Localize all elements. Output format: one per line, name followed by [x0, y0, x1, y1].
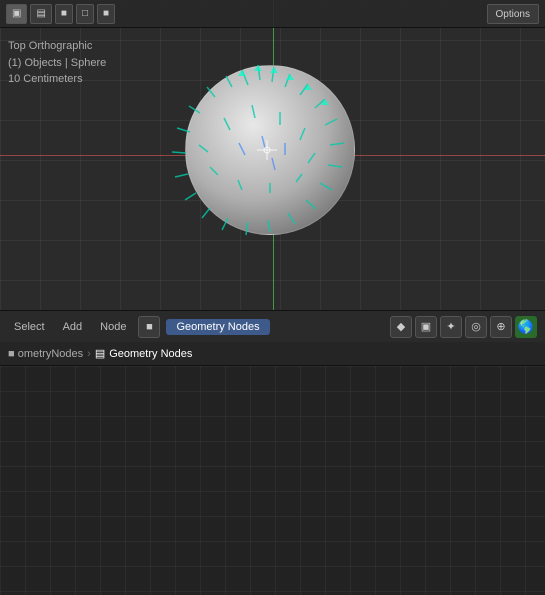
viewport-scale: 10 Centimeters	[8, 71, 106, 88]
viewport-mode-btn-2[interactable]: ▤	[30, 4, 51, 24]
viewport-info: Top Orthographic (1) Objects | Sphere 10…	[8, 38, 106, 88]
node-menu[interactable]: Node	[94, 319, 132, 335]
transform-icon-btn[interactable]: ⊕	[490, 316, 512, 338]
options-button[interactable]: Options	[487, 4, 539, 24]
node-editor-title: Geometry Nodes	[166, 319, 269, 335]
node-editor-type-icon[interactable]: ■	[138, 316, 160, 338]
breadcrumb-separator: ›	[87, 348, 91, 360]
node-tree-icon: ■	[8, 348, 15, 360]
viewport-title: Top Orthographic	[8, 38, 106, 55]
toolbar-right: ◆ ▣ ✦ ◎ ⊕ 🌎	[390, 316, 537, 338]
3d-viewport[interactable]: ▣ ▤ ■ □ ■ Options Top Orthographic (1) O…	[0, 0, 545, 310]
viewport-mode-btn-3[interactable]: ■	[55, 4, 73, 24]
add-menu[interactable]: Add	[57, 319, 89, 335]
node-editor: Select Add Node ■ Geometry Nodes ◆ ▣ ✦ ◎…	[0, 310, 545, 595]
viewport-mode-btn-5[interactable]: ■	[97, 4, 115, 24]
node-connections	[0, 366, 545, 595]
viewport-mode-btn-4[interactable]: □	[76, 4, 94, 24]
viewport-objects: (1) Objects | Sphere	[8, 55, 106, 72]
viewport-toolbar: ▣ ▤ ■ □ ■ Options	[0, 0, 545, 28]
globe-icon-btn[interactable]: 🌎	[515, 316, 537, 338]
copy-icon-btn[interactable]: ▣	[415, 316, 437, 338]
shield-icon-btn[interactable]: ◆	[390, 316, 412, 338]
geometry-nodes-icon: ▤	[95, 347, 105, 360]
pin-icon-btn[interactable]: ✦	[440, 316, 462, 338]
snap-icon-btn[interactable]: ◎	[465, 316, 487, 338]
viewport-crosshair	[257, 140, 277, 160]
viewport-mode-btn-1[interactable]: ▣	[6, 4, 27, 24]
node-toolbar: Select Add Node ■ Geometry Nodes ◆ ▣ ✦ ◎…	[0, 310, 545, 342]
node-canvas[interactable]: Distribute Points on Faces Points Normal…	[0, 366, 545, 595]
breadcrumb-root[interactable]: ■ ometryNodes	[8, 348, 83, 360]
breadcrumb-active: ▤ Geometry Nodes	[95, 347, 193, 360]
select-menu[interactable]: Select	[8, 319, 51, 335]
breadcrumb-bar: ■ ometryNodes › ▤ Geometry Nodes	[0, 342, 545, 366]
